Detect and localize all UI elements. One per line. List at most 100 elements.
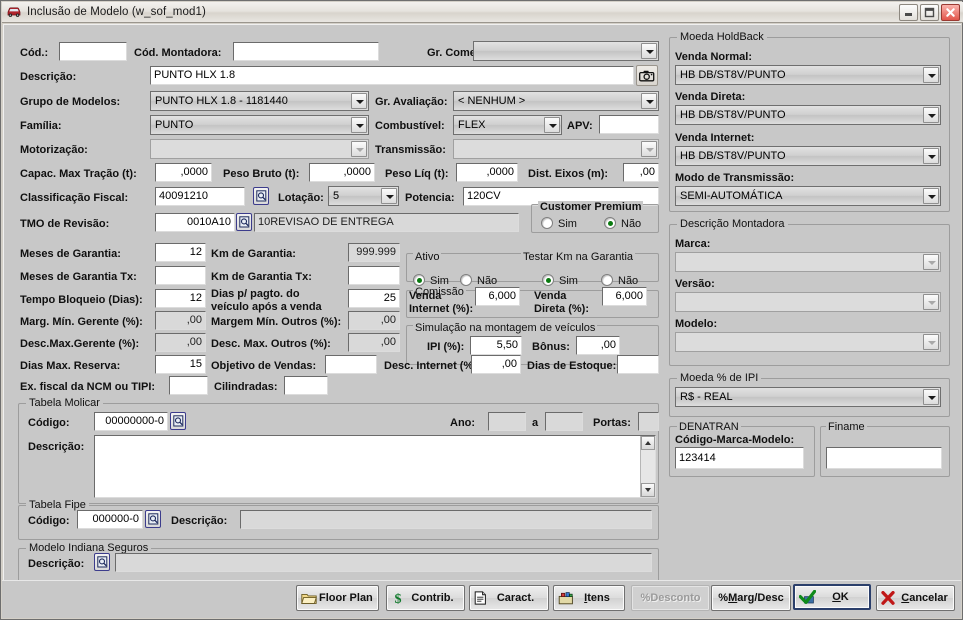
ipi-input[interactable]: 5,50	[470, 336, 522, 355]
objetivo-vendas-input[interactable]	[325, 355, 377, 374]
bonus-input[interactable]: ,00	[576, 336, 620, 355]
desc-max-gerente-label: Desc.Max.Gerente (%):	[20, 338, 140, 350]
molicar-portas-input[interactable]	[638, 412, 659, 431]
fipe-codigo-lookup-icon[interactable]	[145, 510, 161, 528]
classificacao-fiscal-lookup-icon[interactable]	[253, 187, 269, 205]
testar-km-sim-radio[interactable]	[542, 274, 554, 286]
gr-avaliacao-combo[interactable]: < NENHUM >	[453, 91, 659, 111]
cilindradas-input[interactable]	[284, 376, 328, 395]
venda-internet-input[interactable]: 6,000	[475, 287, 520, 306]
capac-max-tracao-input[interactable]: ,0000	[155, 163, 212, 182]
peso-bruto-input[interactable]: ,0000	[309, 163, 375, 182]
denatran-codigo-input[interactable]: 123414	[675, 447, 804, 469]
itens-button[interactable]: Itens	[553, 585, 625, 611]
apv-input[interactable]	[599, 115, 659, 134]
venda-normal-combo[interactable]: HB DB/ST8V/PUNTO	[675, 65, 941, 85]
marca-combo[interactable]	[675, 252, 941, 272]
floor-plan-button[interactable]: Floor Plan	[296, 585, 379, 611]
ex-fiscal-input[interactable]	[169, 376, 208, 395]
molicar-descricao-textarea[interactable]	[94, 435, 656, 498]
dias-max-reserva-input[interactable]: 15	[155, 355, 206, 374]
classificacao-fiscal-input[interactable]: 40091210	[155, 187, 245, 206]
ok-button[interactable]: OK	[793, 584, 871, 610]
combustivel-label: Combustível:	[375, 120, 445, 132]
x-icon	[881, 591, 895, 605]
desconto-button[interactable]: %Desconto	[631, 585, 710, 611]
motorizacao-combo[interactable]	[150, 139, 369, 159]
chevron-down-icon[interactable]	[923, 148, 939, 164]
ativo-sim-radio[interactable]	[413, 274, 425, 286]
dias-estoque-input[interactable]	[617, 355, 659, 374]
chevron-down-icon[interactable]	[381, 188, 397, 204]
gr-comercial-combo[interactable]	[473, 41, 659, 61]
descricao-input[interactable]: PUNTO HLX 1.8	[150, 66, 634, 85]
cod-montadora-input[interactable]	[233, 42, 379, 61]
caract-button[interactable]: Caract.	[469, 585, 549, 611]
chevron-down-icon[interactable]	[923, 389, 939, 405]
marg-min-gerente-input[interactable]: ,00	[155, 311, 206, 330]
fipe-codigo-input[interactable]: 000000-0	[77, 510, 143, 529]
molicar-ano-de-input[interactable]	[488, 412, 526, 431]
transmissao-combo[interactable]	[453, 139, 659, 159]
ativo-nao-radio[interactable]	[460, 274, 472, 286]
modelo-combo[interactable]	[675, 332, 941, 352]
indiana-descricao-lookup-icon[interactable]	[94, 553, 110, 571]
combustivel-combo[interactable]: FLEX	[453, 115, 562, 135]
familia-combo[interactable]: PUNTO	[150, 115, 369, 135]
dias-pagto-input[interactable]: 25	[348, 289, 400, 308]
marg-desc-button[interactable]: %Marg/Desc	[711, 585, 791, 611]
gr-avaliacao-label: Gr. Avaliação:	[375, 96, 448, 108]
lotacao-combo[interactable]: 5	[328, 186, 399, 206]
km-garantia-tx-input[interactable]	[348, 266, 400, 285]
meses-garantia-tx-input[interactable]	[155, 266, 206, 285]
tmo-revisao-lookup-icon[interactable]	[236, 213, 252, 231]
finame-input[interactable]	[826, 447, 942, 469]
customer-premium-nao-radio[interactable]	[604, 217, 616, 229]
chevron-down-icon[interactable]	[641, 93, 657, 109]
venda-internet-sidebar-combo[interactable]: HB DB/ST8V/PUNTO	[675, 146, 941, 166]
versao-combo[interactable]	[675, 292, 941, 312]
scroll-down-icon[interactable]	[641, 483, 655, 497]
molicar-descricao-scrollbar[interactable]	[640, 436, 655, 497]
camera-icon[interactable]	[636, 65, 658, 86]
venda-direta-input[interactable]: 6,000	[602, 287, 647, 306]
customer-premium-sim-radio[interactable]	[541, 217, 553, 229]
km-garantia-input[interactable]: 999.999	[348, 243, 400, 262]
dist-eixos-input[interactable]: ,00	[623, 163, 659, 182]
chevron-down-icon[interactable]	[544, 117, 560, 133]
moeda-ipi-combo[interactable]: R$ - REAL	[675, 387, 941, 407]
cod-input[interactable]	[59, 42, 127, 61]
chevron-down-icon[interactable]	[641, 43, 657, 59]
tmo-revisao-input[interactable]: 0010A10	[155, 213, 235, 232]
modo-transmissao-combo[interactable]: SEMI-AUTOMÁTICA	[675, 186, 941, 206]
grupo-modelos-combo[interactable]: PUNTO HLX 1.8 - 1181440	[150, 91, 369, 111]
close-button[interactable]	[941, 4, 960, 21]
molicar-ano-ate-input[interactable]	[545, 412, 583, 431]
testar-km-sim-label: Sim	[559, 275, 578, 287]
tempo-bloqueio-input[interactable]: 12	[155, 289, 206, 308]
fipe-descricao-input	[240, 510, 652, 529]
minimize-button[interactable]	[899, 4, 918, 21]
chevron-down-icon[interactable]	[923, 188, 939, 204]
chevron-down-icon[interactable]	[923, 67, 939, 83]
desc-max-gerente-input[interactable]: ,00	[155, 333, 206, 352]
chevron-down-icon[interactable]	[351, 93, 367, 109]
molicar-codigo-lookup-icon[interactable]	[170, 412, 186, 430]
desc-internet-input[interactable]: ,00	[471, 355, 521, 374]
contrib-button[interactable]: $ Contrib.	[386, 585, 465, 611]
chevron-down-icon[interactable]	[923, 107, 939, 123]
desc-max-outros-input[interactable]: ,00	[348, 333, 400, 352]
testar-km-nao-radio[interactable]	[601, 274, 613, 286]
maximize-button[interactable]	[920, 4, 939, 21]
dias-pagto-label-line1: Dias p/ pagto. do	[211, 288, 300, 300]
venda-direta-sidebar-combo[interactable]: HB DB/ST8V/PUNTO	[675, 105, 941, 125]
peso-liq-input[interactable]: ,0000	[456, 163, 518, 182]
margem-min-outros-input[interactable]: ,00	[348, 311, 400, 330]
meses-garantia-input[interactable]: 12	[155, 243, 206, 262]
title-bar[interactable]: Inclusão de Modelo (w_sof_mod1)	[2, 2, 963, 23]
chevron-down-icon[interactable]	[351, 117, 367, 133]
scroll-up-icon[interactable]	[641, 436, 655, 450]
molicar-codigo-input[interactable]: 00000000-0	[94, 412, 168, 431]
venda-normal-value: HB DB/ST8V/PUNTO	[680, 69, 786, 81]
cancelar-button[interactable]: Cancelar	[876, 585, 955, 611]
